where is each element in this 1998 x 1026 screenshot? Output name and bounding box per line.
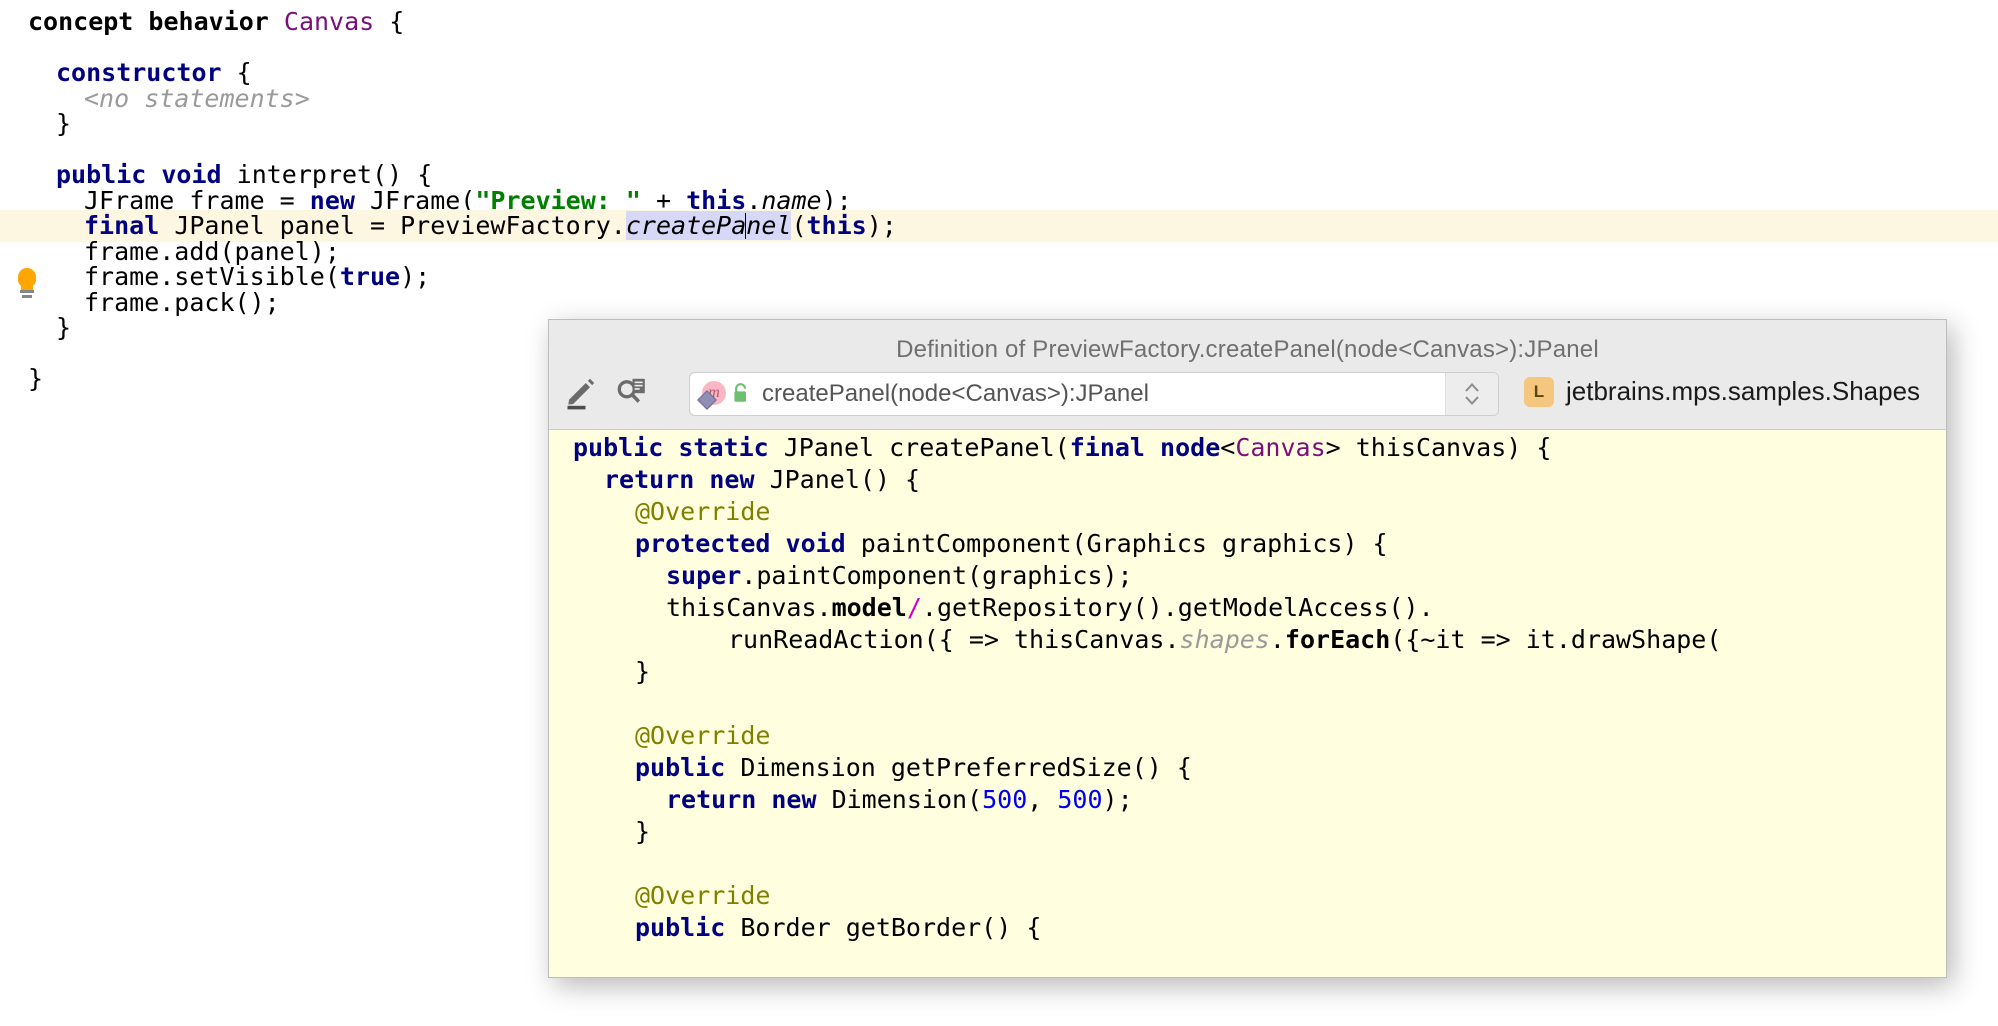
code-token: Border getBorder() { [725, 913, 1041, 942]
popup-code-line-text: return new Dimension(500, 500); [549, 784, 1133, 816]
code-token: return [666, 785, 756, 814]
popup-code-body[interactable]: public static JPanel createPanel(final n… [549, 430, 1946, 976]
popup-code-line[interactable] [549, 848, 1946, 880]
edit-pencil-icon[interactable] [563, 374, 599, 410]
popup-code-line[interactable]: public Dimension getPreferredSize() { [549, 752, 1946, 784]
popup-code-line[interactable]: } [549, 656, 1946, 688]
popup-code-line[interactable]: super.paintComponent(graphics); [549, 560, 1946, 592]
model-badge-icon: L [1524, 377, 1554, 407]
popup-code-line[interactable]: return new Dimension(500, 500); [549, 784, 1946, 816]
popup-header: Definition of PreviewFactory.createPanel… [549, 320, 1946, 430]
code-token [770, 529, 785, 558]
popup-code-line-text: protected void paintComponent(Graphics g… [549, 528, 1388, 560]
popup-code-line[interactable]: public Border getBorder() { [549, 912, 1946, 944]
code-token: forEach [1285, 625, 1390, 654]
code-token: } [635, 817, 650, 846]
lightbulb-base-1 [20, 290, 34, 293]
code-token: protected [635, 529, 770, 558]
lightbulb-icon[interactable] [14, 268, 40, 298]
popup-code-line-text: public static JPanel createPanel(final n… [549, 432, 1551, 464]
definition-popup[interactable]: Definition of PreviewFactory.createPanel… [548, 319, 1947, 978]
popup-code-line-text: thisCanvas.model/.getRepository().getMod… [549, 592, 1434, 624]
code-token: node [1160, 433, 1220, 462]
method-node-icon: m [700, 381, 726, 407]
code-token: 500 [1057, 785, 1102, 814]
code-token: Canvas [1235, 433, 1325, 462]
code-token: , [1027, 785, 1057, 814]
code-token: public [635, 913, 725, 942]
popup-code-line-text: } [549, 656, 650, 688]
lightbulb-base-2 [22, 295, 32, 298]
popup-code-line[interactable] [549, 688, 1946, 720]
node-reference-field[interactable]: m createPanel(node<Canvas>):JPanel [689, 372, 1499, 416]
popup-code-line[interactable]: thisCanvas.model/.getRepository().getMod… [549, 592, 1946, 624]
popup-title: Definition of PreviewFactory.createPanel… [549, 336, 1946, 364]
code-token: ({~it => it.drawShape( [1390, 625, 1721, 654]
code-token: runReadAction({ => thisCanvas. [728, 625, 1180, 654]
code-token: .paintComponent(graphics); [741, 561, 1132, 590]
model-name-label: jetbrains.mps.samples.Shapes [1566, 376, 1920, 407]
model-reference[interactable]: L jetbrains.mps.samples.Shapes [1524, 376, 1920, 407]
popup-code-line-text: } [549, 816, 650, 848]
popup-code-line[interactable]: public static JPanel createPanel(final n… [549, 432, 1946, 464]
code-token: new [709, 465, 754, 494]
code-token: public [635, 753, 725, 782]
code-token: > thisCanvas) { [1326, 433, 1552, 462]
node-field-value[interactable]: createPanel(node<Canvas>):JPanel [762, 380, 1149, 408]
code-token: } [28, 364, 43, 393]
unlocked-green-icon [730, 382, 752, 406]
code-token: model [832, 593, 907, 622]
code-token: final [1070, 433, 1145, 462]
code-token: JPanel() { [755, 465, 921, 494]
code-token: thisCanvas. [666, 593, 832, 622]
popup-code-line-text: super.paintComponent(graphics); [549, 560, 1133, 592]
popup-code-line[interactable]: @Override [549, 496, 1946, 528]
popup-code-line[interactable]: protected void paintComponent(Graphics g… [549, 528, 1946, 560]
popup-code-line-text: @Override [549, 880, 770, 912]
code-token [1145, 433, 1160, 462]
code-token: .getRepository().getModelAccess(). [922, 593, 1434, 622]
code-token: . [1270, 625, 1285, 654]
code-token: Dimension getPreferredSize() { [725, 753, 1192, 782]
code-token: } [635, 657, 650, 686]
popup-code-line[interactable]: @Override [549, 880, 1946, 912]
code-token: @Override [635, 881, 770, 910]
code-token: public [573, 433, 663, 462]
popup-code-line[interactable]: @Override [549, 720, 1946, 752]
popup-code-line[interactable]: return new JPanel() { [549, 464, 1946, 496]
code-token [663, 433, 678, 462]
code-token: 500 [982, 785, 1027, 814]
code-token: < [1220, 433, 1235, 462]
node-icons: m [700, 381, 752, 407]
spinner-up-down-icon[interactable] [1445, 373, 1498, 415]
popup-code-line-text: @Override [549, 720, 770, 752]
editor-line-text: } [0, 363, 43, 395]
code-token: super [666, 561, 741, 590]
popup-code-line[interactable]: } [549, 816, 1946, 848]
code-token: Dimension( [817, 785, 983, 814]
code-token: shapes [1180, 625, 1270, 654]
popup-code-line-text: runReadAction({ => thisCanvas.shapes.for… [549, 624, 1721, 656]
code-token: / [907, 593, 922, 622]
code-token: static [678, 433, 768, 462]
code-token: new [771, 785, 816, 814]
code-token: void [786, 529, 846, 558]
popup-code-line-text: @Override [549, 496, 770, 528]
popup-toolbar[interactable] [563, 374, 649, 410]
code-token: @Override [635, 497, 770, 526]
find-usages-icon[interactable] [613, 374, 649, 410]
popup-code-line-text: public Dimension getPreferredSize() { [549, 752, 1192, 784]
code-token: paintComponent(Graphics graphics) { [846, 529, 1388, 558]
popup-code-line[interactable]: runReadAction({ => thisCanvas.shapes.for… [549, 624, 1946, 656]
code-token [694, 465, 709, 494]
code-token: JPanel createPanel( [769, 433, 1070, 462]
code-token: return [604, 465, 694, 494]
popup-code-line-text: public Border getBorder() { [549, 912, 1041, 944]
code-token: ); [1103, 785, 1133, 814]
code-token: @Override [635, 721, 770, 750]
popup-code-line-text: return new JPanel() { [549, 464, 920, 496]
code-token [756, 785, 771, 814]
